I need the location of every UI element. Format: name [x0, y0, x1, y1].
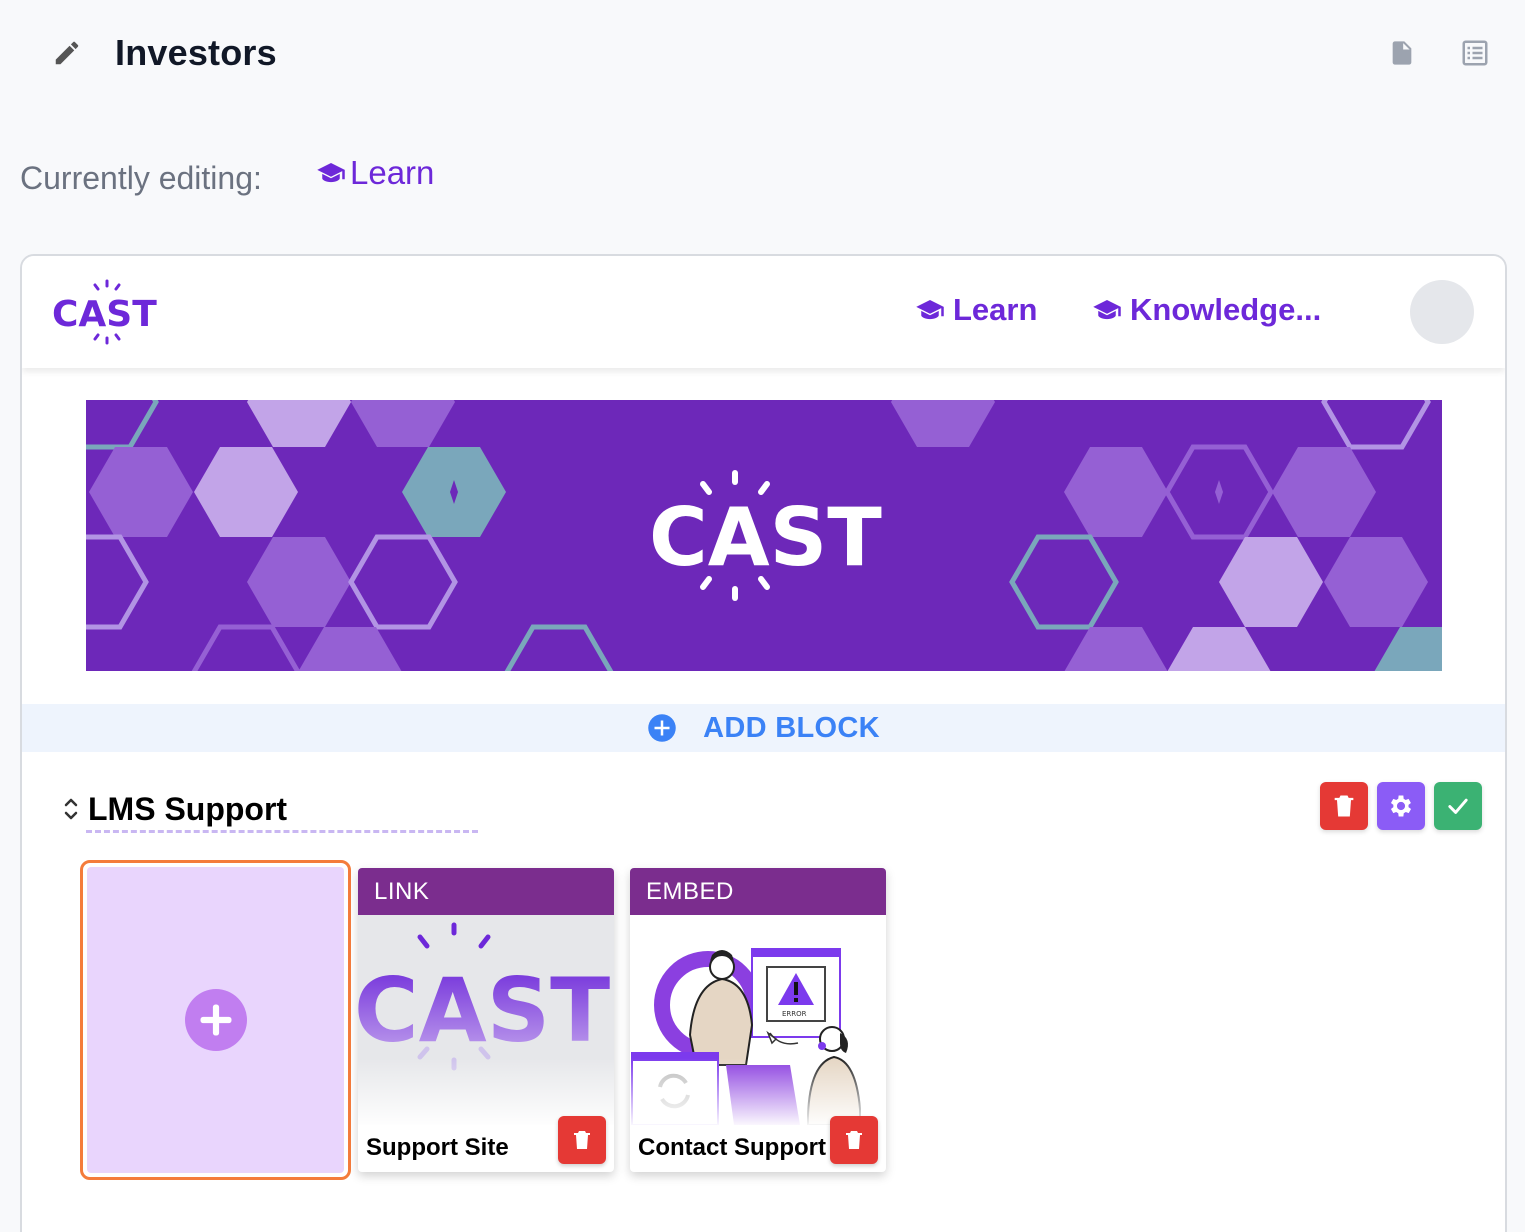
- nav-item-learn[interactable]: Learn: [915, 292, 1037, 328]
- graduation-cap-icon: [317, 163, 345, 183]
- graduation-cap-icon: [1093, 300, 1121, 320]
- banner-logo-text: CAST: [649, 491, 882, 584]
- currently-editing: Currently editing: Learn: [20, 154, 434, 198]
- gear-icon: [1390, 795, 1412, 817]
- nav-item-label: Learn: [953, 292, 1038, 327]
- card-title: Support Site: [366, 1134, 509, 1161]
- page-preview-frame: CAST Learn Knowledge... CAST ADD BLOCK L…: [20, 254, 1507, 1232]
- list-view-icon[interactable]: [1460, 38, 1490, 68]
- avatar[interactable]: [1410, 280, 1474, 344]
- embed-card[interactable]: EMBED ERROR Contact Support: [630, 868, 886, 1172]
- add-card-placeholder: [87, 867, 344, 1173]
- plus-circle-icon: [648, 714, 676, 742]
- plus-circle-icon: [184, 989, 247, 1051]
- currently-editing-page-label: Learn: [350, 154, 435, 191]
- section-title[interactable]: LMS Support: [88, 791, 287, 828]
- graduation-cap-icon: [916, 300, 944, 320]
- page-header: Investors: [0, 0, 1525, 110]
- delete-section-button[interactable]: [1320, 782, 1368, 830]
- card-type-label: LINK: [358, 868, 614, 915]
- error-screen-text: ERROR: [782, 1010, 807, 1018]
- section-header: LMS Support: [62, 784, 287, 834]
- add-block-label: ADD BLOCK: [703, 711, 880, 744]
- check-icon: [1448, 798, 1468, 814]
- site-navbar: CAST Learn Knowledge...: [22, 256, 1505, 368]
- sort-handle-icon[interactable]: [62, 794, 80, 824]
- trash-icon: [1334, 795, 1354, 817]
- save-section-button[interactable]: [1434, 782, 1482, 830]
- currently-editing-label: Currently editing:: [20, 159, 262, 196]
- cast-logo[interactable]: CAST: [52, 278, 172, 346]
- nav-item-label: Knowledge...: [1130, 292, 1322, 327]
- trash-icon: [846, 1131, 862, 1149]
- delete-card-button[interactable]: [558, 1116, 606, 1164]
- cast-logo-text: CAST: [52, 294, 157, 335]
- delete-card-button[interactable]: [830, 1116, 878, 1164]
- document-icon[interactable]: [1388, 38, 1416, 68]
- section-title-underline: [86, 830, 478, 833]
- section-settings-button[interactable]: [1377, 782, 1425, 830]
- hero-banner: CAST: [86, 400, 1442, 671]
- currently-editing-page-link[interactable]: Learn: [316, 154, 434, 192]
- trash-icon: [574, 1131, 590, 1149]
- page-title: Investors: [115, 32, 277, 73]
- add-card-button[interactable]: [80, 860, 351, 1180]
- nav-item-knowledge[interactable]: Knowledge...: [1092, 292, 1321, 328]
- card-type-label: EMBED: [630, 868, 886, 915]
- hexagon-pattern: CAST: [86, 400, 1442, 671]
- pencil-icon[interactable]: [52, 38, 82, 68]
- card-title: Contact Support: [638, 1134, 826, 1161]
- add-block-button[interactable]: ADD BLOCK: [22, 704, 1505, 752]
- link-card[interactable]: LINK CAST Support Site: [358, 868, 614, 1172]
- card-image-logo-text: CAST: [358, 959, 610, 1062]
